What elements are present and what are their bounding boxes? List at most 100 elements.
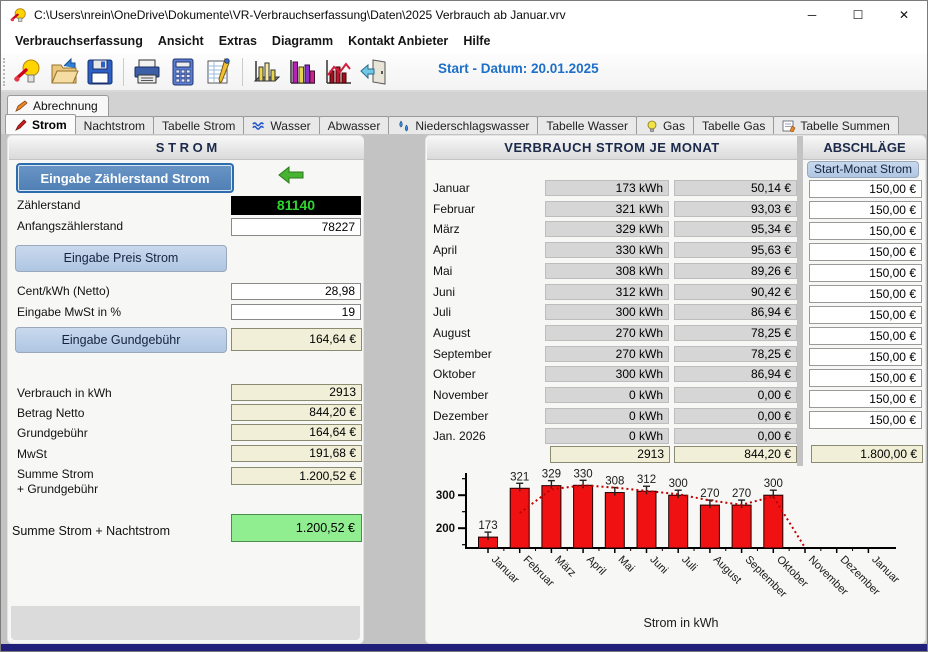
mwst-input[interactable]: 19	[231, 304, 361, 320]
tab-tabelle-wasser[interactable]: Tabelle Wasser	[537, 116, 637, 134]
eingabe-preis-button[interactable]: Eingabe Preis Strom	[15, 245, 227, 272]
print-icon[interactable]	[132, 57, 162, 87]
abschlaege-list: 150,00 € 150,00 € 150,00 € 150,00 € 150,00 €…	[804, 180, 927, 440]
x-category-label: Mai	[616, 554, 637, 575]
eingabe-zaehlerstand-button[interactable]: Eingabe Zählerstand Strom	[16, 163, 234, 193]
month-label: Mai	[433, 264, 452, 278]
tab-tabelle-summen[interactable]: Tabelle Summen	[773, 116, 898, 134]
month-label: März	[433, 222, 460, 236]
abschlag-input[interactable]: 150,00 €	[809, 201, 922, 219]
tab-abrechnung[interactable]: Abrechnung	[7, 95, 109, 116]
edit-table-icon[interactable]	[204, 57, 234, 87]
bar	[732, 505, 751, 548]
anfangszaehlerstand-label: Anfangszählerstand	[17, 219, 123, 233]
bar	[669, 495, 688, 548]
save-file-icon[interactable]	[85, 57, 115, 87]
tab-label: Abwasser	[328, 119, 381, 133]
abschlag-input[interactable]: 150,00 €	[809, 390, 922, 408]
note-pencil-icon	[782, 120, 796, 132]
month-kwh-value: 270 kWh	[545, 325, 669, 341]
cent-kwh-label: Cent/kWh (Netto)	[17, 284, 110, 298]
menu-ansicht[interactable]: Ansicht	[158, 34, 204, 48]
month-kwh-value: 308 kWh	[545, 263, 669, 279]
month-label: November	[433, 388, 488, 402]
grundgebuehr-eingabe-value: 164,64 €	[231, 328, 362, 351]
bar	[700, 505, 719, 548]
month-label: Juni	[433, 285, 455, 299]
month-kwh-value: 300 kWh	[545, 304, 669, 320]
menu-hilfe[interactable]: Hilfe	[463, 34, 490, 48]
anfangszaehlerstand-input[interactable]: 78227	[231, 218, 361, 236]
month-euro-value: 95,34 €	[674, 221, 797, 237]
month-euro-value: 95,63 €	[674, 242, 797, 258]
tab-niederschlagswasser[interactable]: Niederschlagswasser	[388, 116, 538, 134]
month-label: Juli	[433, 305, 451, 319]
tab-wasser[interactable]: Wasser	[243, 116, 319, 134]
tab-nachtstrom[interactable]: Nachtstrom	[75, 116, 154, 134]
eingabe-grundgebuehr-button[interactable]: Eingabe Gundgebühr	[15, 327, 227, 353]
month-table: Januar173 kWh50,14 €Februar321 kWh93,03 …	[426, 180, 797, 446]
exit-icon[interactable]	[359, 57, 389, 87]
month-euro-value: 86,94 €	[674, 304, 797, 320]
y-tick-label: 200	[436, 523, 455, 535]
tab-abwasser[interactable]: Abwasser	[319, 116, 390, 134]
close-button[interactable]: ✕	[881, 1, 927, 29]
tab-tabelle-strom[interactable]: Tabelle Strom	[153, 116, 244, 134]
tab-strom[interactable]: Strom	[5, 114, 76, 134]
mwst-eingabe-label: Eingabe MwSt in %	[17, 305, 121, 319]
abschlag-input[interactable]: 150,00 €	[809, 285, 922, 303]
grundgebuehr-value: 164,64 €	[231, 424, 362, 441]
month-row: Oktober300 kWh86,94 €	[426, 366, 797, 384]
open-file-icon[interactable]	[49, 57, 79, 87]
window-bottom-border	[1, 644, 927, 651]
strom-panel-footer	[11, 606, 360, 640]
minimize-button[interactable]: ─	[789, 1, 835, 29]
abschlag-input[interactable]: 150,00 €	[809, 180, 922, 198]
summe-strom-grundgebuehr-value: 1.200,52 €	[231, 467, 362, 485]
abschlag-input[interactable]: 150,00 €	[809, 348, 922, 366]
month-kwh-value: 321 kWh	[545, 201, 669, 217]
pencil-red-icon	[14, 119, 28, 131]
abschlag-input[interactable]: 150,00 €	[809, 264, 922, 282]
menu-diagramm[interactable]: Diagramm	[272, 34, 333, 48]
month-row: Januar173 kWh50,14 €	[426, 180, 797, 198]
abschlag-input[interactable]: 150,00 €	[809, 243, 922, 261]
maximize-button[interactable]: ☐	[835, 1, 881, 29]
tab-gas[interactable]: Gas	[636, 116, 694, 134]
cent-kwh-input[interactable]: 28,98	[231, 283, 361, 300]
abschlag-input[interactable]: 150,00 €	[809, 222, 922, 240]
menu-extras[interactable]: Extras	[219, 34, 257, 48]
start-monat-button[interactable]: Start-Monat Strom	[807, 161, 919, 178]
abschlaege-header: ABSCHLÄGE	[803, 137, 926, 160]
abschlag-input[interactable]: 150,00 €	[809, 306, 922, 324]
month-kwh-value: 300 kWh	[545, 366, 669, 382]
month-label: August	[433, 326, 470, 340]
app-logo-toolbar-icon[interactable]	[13, 57, 43, 87]
x-category-label: Juni	[647, 554, 670, 577]
menu-kontakt-anbieter[interactable]: Kontakt Anbieter	[348, 34, 448, 48]
month-label: Januar	[433, 181, 470, 195]
start-datum-label: Start - Datum:	[438, 61, 527, 76]
chart-bars-multi-icon[interactable]	[287, 57, 317, 87]
abschlag-input[interactable]: 150,00 €	[809, 327, 922, 345]
chart-bars-icon[interactable]	[251, 57, 281, 87]
tab-label: Tabelle Wasser	[546, 119, 628, 133]
abschlag-input[interactable]: 150,00 €	[809, 369, 922, 387]
mwst-label: MwSt	[17, 447, 47, 461]
lightbulb-icon	[645, 120, 659, 132]
bar-value-label: 312	[637, 474, 656, 486]
abschlag-input[interactable]: 150,00 €	[809, 411, 922, 429]
tab-tabelle-gas[interactable]: Tabelle Gas	[693, 116, 774, 134]
tab-zone: Abrechnung Strom Nachtstrom Tabelle Stro…	[1, 92, 927, 134]
toolbar-drag-handle[interactable]	[3, 58, 10, 86]
month-euro-value: 0,00 €	[674, 387, 797, 403]
bar-value-label: 321	[510, 471, 529, 483]
month-kwh-value: 173 kWh	[545, 180, 669, 196]
month-row: April330 kWh95,63 €	[426, 242, 797, 260]
menu-verbrauchserfassung[interactable]: Verbrauchserfassung	[15, 34, 143, 48]
calculator-icon[interactable]	[168, 57, 198, 87]
chart-line-icon[interactable]	[323, 57, 353, 87]
month-row: Juni312 kWh90,42 €	[426, 284, 797, 302]
monat-panel-header: VERBRAUCH STROM JE MONAT	[427, 137, 797, 160]
close-icon: ✕	[899, 8, 909, 22]
